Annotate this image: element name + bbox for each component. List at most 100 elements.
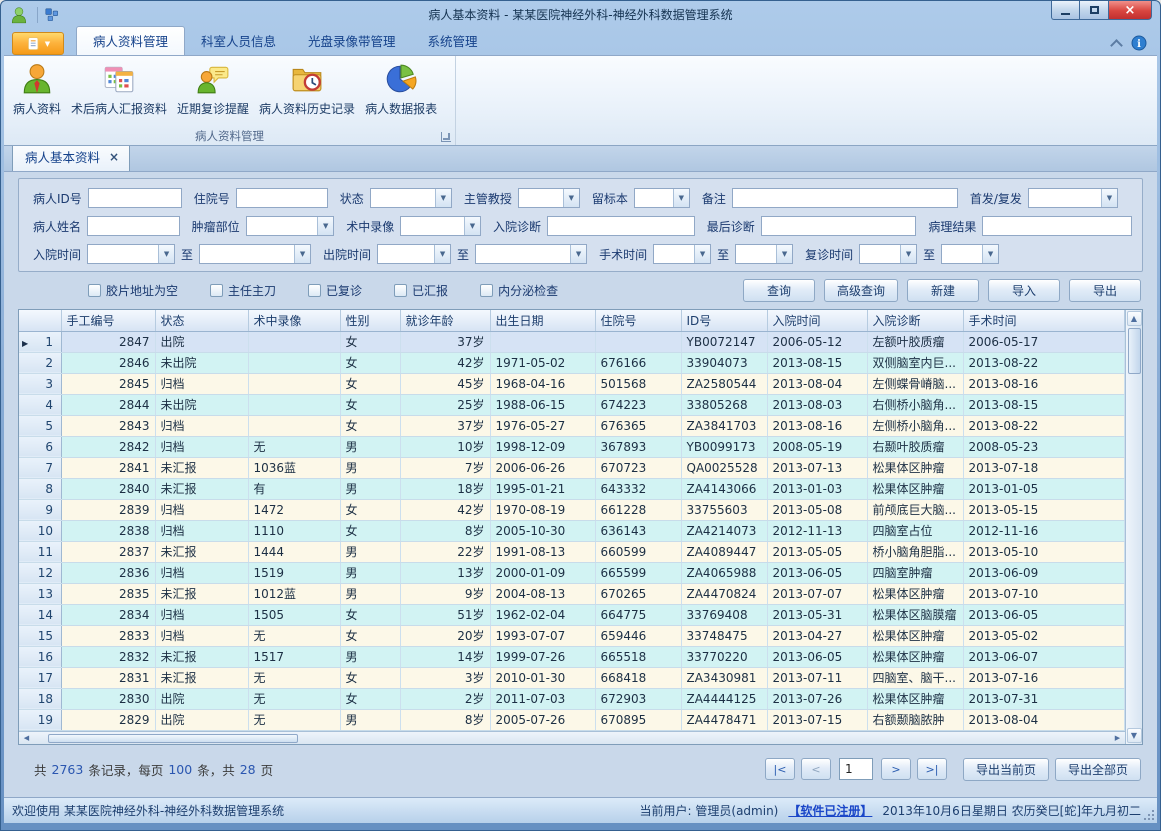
grid-cell[interactable]: 2013-04-27 bbox=[767, 625, 867, 646]
grid-cell[interactable]: 右颞叶胶质瘤 bbox=[867, 436, 963, 457]
chevron-down-icon[interactable]: ▼ bbox=[694, 245, 710, 263]
final-dx-input[interactable] bbox=[761, 216, 917, 236]
revisit-time-from-select[interactable]: ▼ bbox=[859, 244, 917, 264]
grid-cell[interactable]: 2013-08-04 bbox=[963, 709, 1125, 730]
grid-cell[interactable]: 2844 bbox=[61, 394, 155, 415]
remark-input[interactable] bbox=[732, 188, 958, 208]
next-page-button[interactable]: > bbox=[881, 758, 911, 780]
first-recurrence-select[interactable]: ▼ bbox=[1028, 188, 1118, 208]
maximize-button[interactable] bbox=[1080, 1, 1109, 20]
grid-cell[interactable]: 2841 bbox=[61, 457, 155, 478]
tab-patient-basic-info[interactable]: 病人基本资料 × bbox=[12, 146, 130, 171]
row-indicator[interactable]: 15 bbox=[19, 625, 61, 646]
grid-cell[interactable]: 659446 bbox=[595, 625, 681, 646]
grid-cell[interactable]: 7岁 bbox=[400, 457, 490, 478]
grid-cell[interactable]: 归档 bbox=[155, 604, 248, 625]
grid-cell[interactable]: 1505 bbox=[248, 604, 340, 625]
grid-cell[interactable]: 1962-02-04 bbox=[490, 604, 595, 625]
grid-cell[interactable]: 2835 bbox=[61, 583, 155, 604]
row-indicator[interactable]: ▶1 bbox=[19, 331, 61, 352]
table-row[interactable]: 102838归档1110女8岁2005-10-30636143ZA4214073… bbox=[19, 520, 1125, 541]
row-indicator[interactable]: 12 bbox=[19, 562, 61, 583]
grid-cell[interactable]: ZA3430981 bbox=[681, 667, 767, 688]
revisit-reminder-button[interactable]: 近期复诊提醒 bbox=[172, 60, 254, 119]
tab-close-icon[interactable]: × bbox=[109, 150, 119, 164]
chevron-down-icon[interactable]: ▼ bbox=[434, 245, 450, 263]
ribbon-tab-staff-info[interactable]: 科室人员信息 bbox=[185, 27, 292, 55]
grid-cell[interactable]: 未汇报 bbox=[155, 646, 248, 667]
grid-cell[interactable]: 2000-01-09 bbox=[490, 562, 595, 583]
chevron-down-icon[interactable]: ▼ bbox=[464, 217, 480, 235]
minimize-button[interactable] bbox=[1051, 1, 1080, 20]
query-button[interactable]: 查询 bbox=[743, 279, 815, 302]
scroll-down-icon[interactable]: ▼ bbox=[1127, 728, 1142, 743]
grid-cell[interactable]: 2010-01-30 bbox=[490, 667, 595, 688]
discharge-time-from-select[interactable]: ▼ bbox=[377, 244, 451, 264]
patient-id-input[interactable] bbox=[88, 188, 182, 208]
ribbon-tab-system[interactable]: 系统管理 bbox=[412, 27, 494, 55]
grid-cell[interactable]: 左额叶胶质瘤 bbox=[867, 331, 963, 352]
grid-cell[interactable]: 1110 bbox=[248, 520, 340, 541]
grid-cell[interactable]: 8岁 bbox=[400, 709, 490, 730]
grid-cell[interactable]: 未出院 bbox=[155, 352, 248, 373]
grid-cell[interactable]: 670265 bbox=[595, 583, 681, 604]
professor-select[interactable]: ▼ bbox=[518, 188, 580, 208]
grid-cell[interactable]: 2005-07-26 bbox=[490, 709, 595, 730]
grid-cell[interactable]: 2012-11-16 bbox=[963, 520, 1125, 541]
grid-cell[interactable]: 双侧脑室内巨... bbox=[867, 352, 963, 373]
grid-cell[interactable]: 左侧桥小脑角... bbox=[867, 415, 963, 436]
grid-cell[interactable]: 33748475 bbox=[681, 625, 767, 646]
import-button[interactable]: 导入 bbox=[988, 279, 1060, 302]
grid-cell[interactable]: 女 bbox=[340, 352, 400, 373]
table-row[interactable]: 82840未汇报有男18岁1995-01-21643332ZA414306620… bbox=[19, 478, 1125, 499]
grid-cell[interactable]: 2847 bbox=[61, 331, 155, 352]
grid-cell[interactable]: 20岁 bbox=[400, 625, 490, 646]
checkbox-endocrine-exam[interactable]: 内分泌检查 bbox=[480, 282, 558, 299]
row-indicator[interactable]: 2 bbox=[19, 352, 61, 373]
ribbon-tab-media-management[interactable]: 光盘录像带管理 bbox=[292, 27, 412, 55]
pathology-result-input[interactable] bbox=[982, 216, 1132, 236]
grid-column-header[interactable]: ID号 bbox=[681, 310, 767, 331]
grid-cell[interactable]: 松果体区肿瘤 bbox=[867, 646, 963, 667]
grid-cell[interactable]: 未汇报 bbox=[155, 583, 248, 604]
table-row[interactable]: 72841未汇报1036蓝男7岁2006-06-26670723QA002552… bbox=[19, 457, 1125, 478]
grid-column-header[interactable]: 手术时间 bbox=[963, 310, 1125, 331]
checkbox-film-address-empty[interactable]: 胶片地址为空 bbox=[88, 282, 178, 299]
grid-cell[interactable]: 松果体区肿瘤 bbox=[867, 625, 963, 646]
grid-cell[interactable]: 2005-10-30 bbox=[490, 520, 595, 541]
grid-cell[interactable]: 未出院 bbox=[155, 394, 248, 415]
row-indicator[interactable]: 14 bbox=[19, 604, 61, 625]
row-indicator[interactable]: 8 bbox=[19, 478, 61, 499]
specimen-select[interactable]: ▼ bbox=[634, 188, 690, 208]
grid-cell[interactable]: 1998-12-09 bbox=[490, 436, 595, 457]
row-indicator[interactable]: 16 bbox=[19, 646, 61, 667]
grid-cell[interactable]: 501568 bbox=[595, 373, 681, 394]
grid-cell[interactable]: 2843 bbox=[61, 415, 155, 436]
vertical-scrollbar[interactable]: ▲ ▼ bbox=[1125, 310, 1142, 744]
info-icon[interactable]: i bbox=[1131, 35, 1147, 51]
grid-column-header[interactable]: 出生日期 bbox=[490, 310, 595, 331]
close-button[interactable]: × bbox=[1109, 1, 1152, 20]
chevron-down-icon[interactable]: ▼ bbox=[776, 245, 792, 263]
grid-cell[interactable]: 2013-07-18 bbox=[963, 457, 1125, 478]
checkbox-chief-surgeon[interactable]: 主任主刀 bbox=[210, 282, 276, 299]
grid-cell[interactable]: 2013-08-16 bbox=[963, 373, 1125, 394]
chevron-down-icon[interactable]: ▼ bbox=[900, 245, 916, 263]
grid-cell[interactable]: 33755603 bbox=[681, 499, 767, 520]
grid-cell[interactable]: YB0072147 bbox=[681, 331, 767, 352]
checkbox-revisited[interactable]: 已复诊 bbox=[308, 282, 362, 299]
scroll-left-icon[interactable]: ◀ bbox=[19, 733, 34, 744]
row-indicator[interactable]: 18 bbox=[19, 688, 61, 709]
grid-cell[interactable]: 2013-06-09 bbox=[963, 562, 1125, 583]
grid-cell[interactable]: 665518 bbox=[595, 646, 681, 667]
history-record-button[interactable]: 病人资料历史记录 bbox=[254, 60, 360, 119]
grid-cell[interactable]: 13岁 bbox=[400, 562, 490, 583]
table-row[interactable]: 162832未汇报1517男14岁1999-07-266655183377022… bbox=[19, 646, 1125, 667]
row-indicator[interactable]: 6 bbox=[19, 436, 61, 457]
grid-cell[interactable]: 1991-08-13 bbox=[490, 541, 595, 562]
chevron-down-icon[interactable]: ▼ bbox=[317, 217, 333, 235]
grid-cell[interactable]: 女 bbox=[340, 499, 400, 520]
grid-cell[interactable]: 14岁 bbox=[400, 646, 490, 667]
group-dialog-launcher-icon[interactable] bbox=[441, 132, 451, 142]
grid-cell[interactable]: 男 bbox=[340, 541, 400, 562]
